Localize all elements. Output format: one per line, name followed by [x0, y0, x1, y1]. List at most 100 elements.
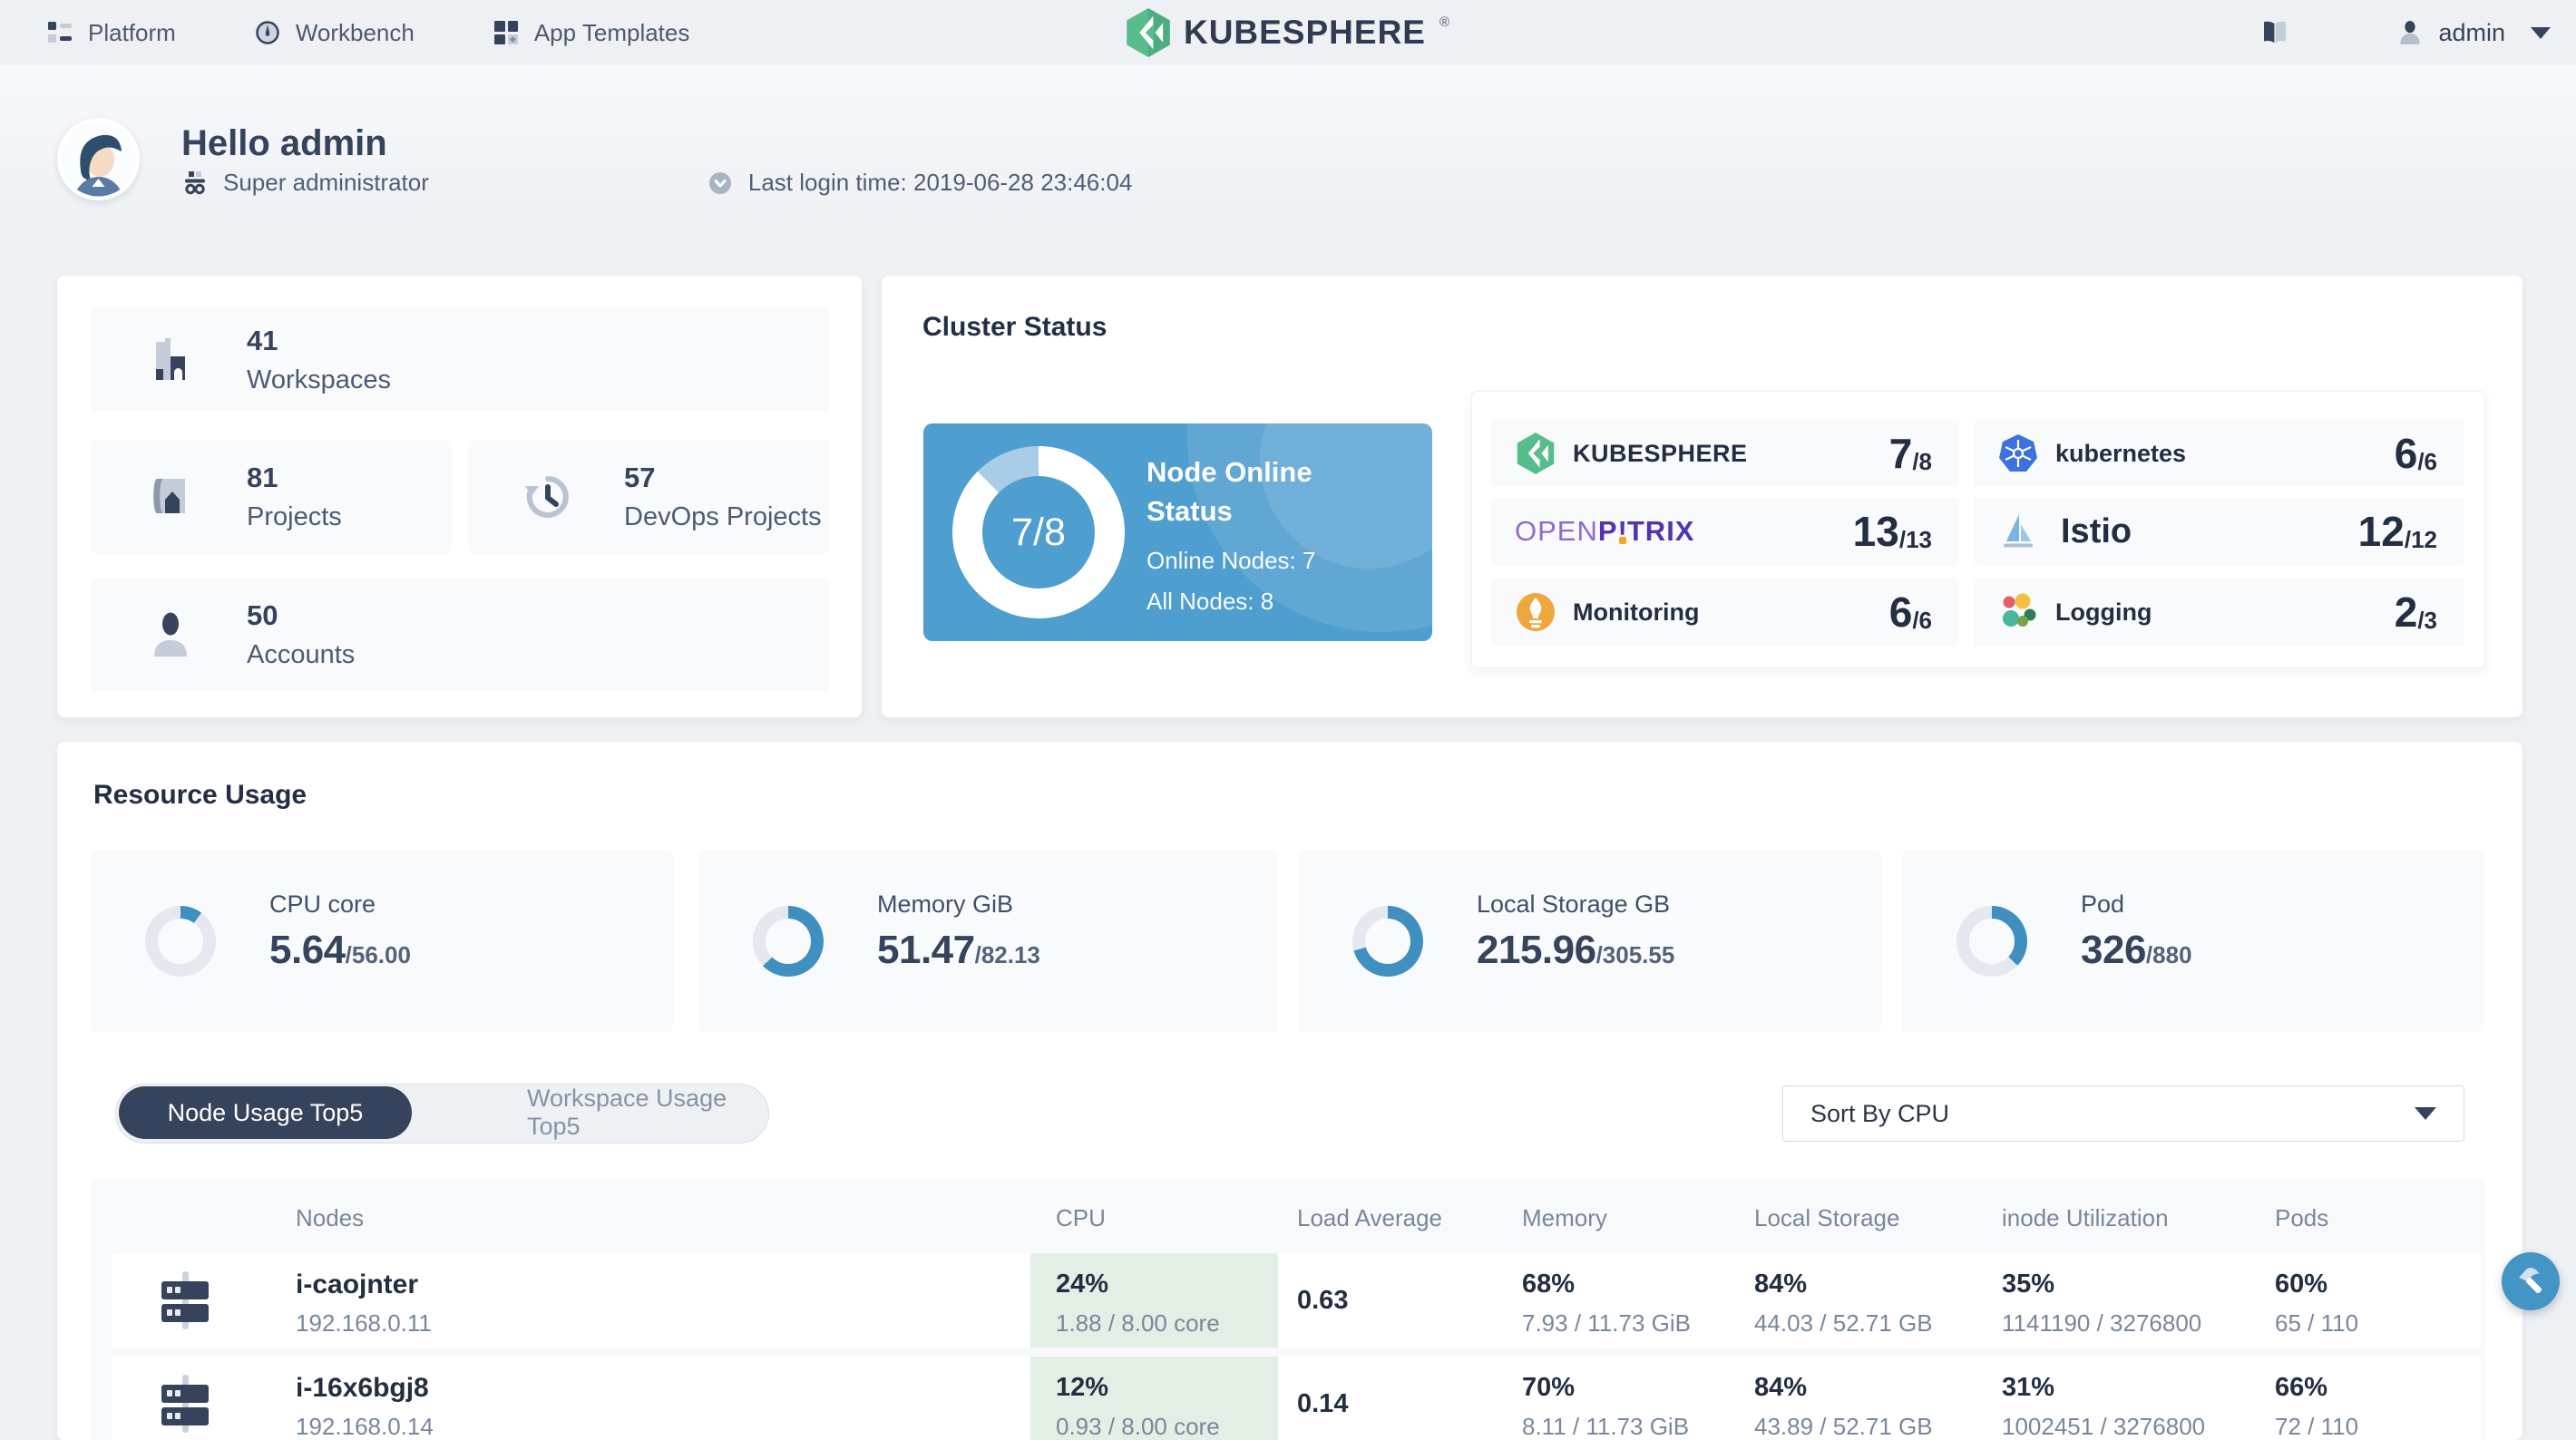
col-header-cpu: CPU	[1056, 1204, 1106, 1231]
sort-by-value: Sort By CPU	[1810, 1099, 1950, 1127]
inode-detail: 1002451 / 3276800	[2002, 1413, 2206, 1440]
nav-item-app-templates[interactable]: App Templates	[493, 18, 690, 47]
user-icon	[2400, 21, 2420, 44]
node-ratio: 7/8	[1011, 510, 1066, 554]
col-header-local-storage: Local Storage	[1754, 1204, 1900, 1231]
cpu-percent: 12%	[1056, 1373, 1109, 1402]
stat-value: 41	[247, 324, 278, 356]
istio-icon	[1997, 511, 2039, 552]
greeting-title: Hello admin	[181, 123, 387, 163]
component-count: 2/3	[2394, 589, 2437, 636]
toolbox-fab-button[interactable]	[2502, 1252, 2560, 1310]
table-row[interactable]: i-16x6bgj8 192.168.0.14 12% 0.93 / 8.00 …	[112, 1357, 2482, 1440]
stat-tile-accounts[interactable]: 50 Accounts	[91, 579, 830, 691]
workspaces-icon	[156, 337, 185, 380]
memory-percent: 68%	[1522, 1270, 1576, 1299]
memory-detail: 7.93 / 11.73 GiB	[1522, 1309, 1691, 1337]
nav-right: admin	[2260, 0, 2551, 65]
stat-value: 57	[624, 461, 656, 493]
node-panel-text: Node Online Status Online Nodes: 7 All N…	[1147, 452, 1315, 616]
usage-text: Local Storage GB 215.96/305.55	[1477, 890, 1674, 973]
stats-card: 41 Workspaces 81 Projects 57 DevOps Proj…	[57, 276, 862, 717]
resource-usage-title: Resource Usage	[93, 780, 307, 810]
username: admin	[2438, 18, 2505, 46]
usage-tile-local-storage: Local Storage GB 215.96/305.55	[1298, 851, 1881, 1032]
local-storage-donut	[1352, 906, 1423, 977]
col-header-memory: Memory	[1522, 1204, 1607, 1231]
usage-value: 326/880	[2081, 928, 2192, 972]
memory-detail: 8.11 / 11.73 GiB	[1522, 1413, 1690, 1440]
storage-percent: 84%	[1754, 1270, 1808, 1299]
table-row[interactable]: i-caojnter 192.168.0.11 24% 1.88 / 8.00 …	[112, 1253, 2482, 1348]
stat-text: 50 Accounts	[247, 599, 355, 670]
storage-detail: 43.89 / 52.71 GB	[1754, 1413, 1933, 1440]
cpu-detail: 1.88 / 8.00 core	[1056, 1309, 1220, 1337]
brand-wordmark: KUBESPHERE	[1183, 14, 1426, 51]
component-monitoring[interactable]: Monitoring 6/6	[1491, 579, 1959, 646]
cluster-status-title: Cluster Status	[922, 312, 1107, 342]
stat-value: 81	[247, 461, 278, 493]
sort-by-select[interactable]: Sort By CPU	[1782, 1085, 2464, 1142]
user-menu[interactable]: admin	[2396, 19, 2551, 47]
kubernetes-icon	[1997, 433, 2039, 474]
banner-meta: Super administrator Last login time: 201…	[181, 169, 1132, 197]
memory-donut	[753, 906, 824, 977]
node-ip: 192.168.0.14	[296, 1413, 434, 1440]
stat-value: 50	[247, 599, 278, 631]
usage-label: CPU core	[269, 890, 376, 918]
stat-tile-devops[interactable]: 57 DevOps Projects	[468, 440, 830, 553]
devops-history-icon	[525, 475, 569, 518]
pods-percent: 66%	[2275, 1373, 2328, 1402]
role-icon	[185, 171, 205, 195]
usage-text: Pod 326/880	[2081, 890, 2192, 973]
donut-hole	[766, 919, 811, 964]
stat-label: Projects	[247, 501, 342, 531]
stat-tile-workspaces[interactable]: 41 Workspaces	[91, 308, 830, 411]
cpu-donut	[145, 906, 216, 977]
accounts-icon	[154, 612, 187, 657]
stat-label: DevOps Projects	[624, 501, 822, 531]
component-kubesphere[interactable]: KUBESPHERE 7/8	[1491, 420, 1959, 487]
usage-label: Local Storage GB	[1477, 890, 1671, 918]
docs-book-icon[interactable]	[2260, 18, 2289, 47]
node-server-icon	[161, 1375, 209, 1433]
component-count: 12/12	[2357, 508, 2437, 555]
workbench-gauge-icon	[256, 21, 279, 44]
kubesphere-icon	[1515, 433, 1556, 474]
stat-text: 81 Projects	[247, 462, 342, 532]
usage-value: 215.96/305.55	[1477, 928, 1675, 972]
logging-icon	[1997, 591, 2039, 633]
nav-item-platform[interactable]: Platform	[46, 19, 176, 47]
table-header: Nodes CPU Load Average Memory Local Stor…	[91, 1179, 2485, 1253]
component-istio[interactable]: Istio 12/12	[1974, 498, 2464, 565]
last-login-item: Last login time: 2019-06-28 23:46:04	[707, 169, 1133, 197]
stat-tile-projects[interactable]: 81 Projects	[91, 440, 452, 553]
component-logging[interactable]: Logging 2/3	[1974, 579, 2464, 646]
cpu-detail: 0.93 / 8.00 core	[1056, 1413, 1220, 1440]
nav-item-label: App Templates	[533, 18, 690, 46]
inode-percent: 35%	[2002, 1270, 2055, 1299]
tab-node-usage-top5[interactable]: Node Usage Top5	[119, 1086, 412, 1139]
node-online-status-panel[interactable]: 7/8 Node Online Status Online Nodes: 7 A…	[923, 423, 1432, 641]
usage-text: Memory GiB 51.47/82.13	[877, 890, 1040, 973]
pods-percent: 60%	[2275, 1270, 2328, 1299]
component-openpitrix[interactable]: OPENP!TRIX 13/13	[1491, 498, 1959, 565]
tab-workspace-usage-top5[interactable]: Workspace Usage Top5	[527, 1085, 768, 1141]
usage-tile-memory: Memory GiB 51.47/82.13	[698, 851, 1278, 1032]
component-kubernetes[interactable]: kubernetes 6/6	[1974, 420, 2464, 487]
component-count: 7/8	[1888, 430, 1932, 477]
inode-percent: 31%	[2002, 1373, 2055, 1402]
last-login-label: Last login time: 2019-06-28 23:46:04	[747, 169, 1133, 196]
component-name: kubernetes	[2055, 439, 2187, 467]
usage-tabs: Node Usage Top5 Workspace Usage Top5	[115, 1084, 769, 1143]
component-name: KUBESPHERE	[1573, 439, 1748, 467]
component-name: Monitoring	[1573, 598, 1700, 626]
nav-item-workbench[interactable]: Workbench	[254, 19, 415, 47]
usage-tile-cpu: CPU core 5.64/56.00	[91, 851, 673, 1032]
inode-detail: 1141190 / 3276800	[2002, 1309, 2202, 1337]
pods-detail: 65 / 110	[2275, 1309, 2359, 1337]
cpu-cell: 24% 1.88 / 8.00 core	[1030, 1253, 1278, 1348]
pod-donut	[1956, 906, 2027, 977]
resource-usage-card: Resource Usage CPU core 5.64/56.00 Memor…	[57, 742, 2522, 1440]
monitoring-prometheus-icon	[1515, 591, 1556, 633]
